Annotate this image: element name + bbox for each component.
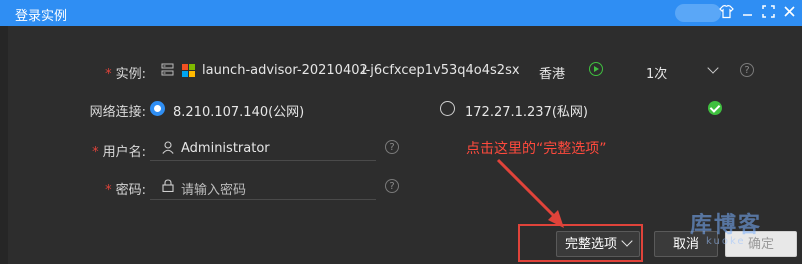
- instance-region: 香港: [539, 67, 566, 82]
- annotation-arrow-icon: [496, 158, 564, 228]
- watermark-sub: kuoke: [706, 236, 746, 247]
- shirt-icon[interactable]: [718, 4, 735, 21]
- server-icon: [161, 63, 174, 76]
- running-status-icon: [589, 62, 603, 76]
- titlebar: 登录实例: [0, 0, 802, 26]
- required-mark: *: [92, 145, 99, 160]
- check-circle-icon: [708, 101, 722, 115]
- instance-label: * 实例:: [105, 67, 146, 82]
- password-label: * 密码:: [105, 183, 146, 198]
- help-icon[interactable]: ?: [740, 63, 754, 77]
- windows-logo-icon: [182, 64, 195, 77]
- user-icon: [162, 141, 174, 154]
- close-icon[interactable]: [781, 4, 798, 21]
- highlight-box: [518, 224, 643, 262]
- instance-name: launch-advisor-20210402: [202, 63, 368, 78]
- watermark: 库博客: [690, 213, 763, 238]
- window-title: 登录实例: [15, 9, 68, 24]
- private-network-radio[interactable]: [440, 101, 455, 116]
- username-underline: [150, 160, 376, 161]
- public-ip-label: 8.210.107.140(公网): [173, 105, 305, 120]
- chevron-down-icon[interactable]: [707, 62, 719, 74]
- network-label: 网络连接:: [89, 105, 146, 120]
- left-border: [0, 26, 8, 264]
- required-mark: *: [105, 67, 112, 82]
- lock-icon: [162, 179, 174, 192]
- private-ip-label: 172.27.1.237(私网): [465, 105, 588, 120]
- username-label: * 用户名:: [92, 145, 146, 160]
- cloud-badge: [675, 4, 721, 22]
- minimize-icon[interactable]: [739, 4, 756, 21]
- instance-id: i-j6cfxcep1v53q4o4s2sx: [362, 63, 520, 78]
- username-field[interactable]: Administrator: [181, 141, 270, 156]
- maximize-icon[interactable]: [760, 4, 777, 21]
- public-network-radio[interactable]: [150, 101, 165, 116]
- help-icon[interactable]: ?: [385, 140, 399, 154]
- login-instance-dialog: 登录实例 * 实例: launch-advisor-20210402 i-j6c…: [0, 0, 802, 264]
- instance-count-select[interactable]: 1次: [646, 63, 667, 82]
- titlebar-controls: [718, 4, 798, 21]
- password-underline: [150, 199, 376, 200]
- annotation-text: 点击这里的“完整选项”: [466, 141, 607, 157]
- required-mark: *: [105, 183, 112, 198]
- password-field[interactable]: 请输入密码: [181, 179, 246, 198]
- help-icon[interactable]: ?: [385, 179, 399, 193]
